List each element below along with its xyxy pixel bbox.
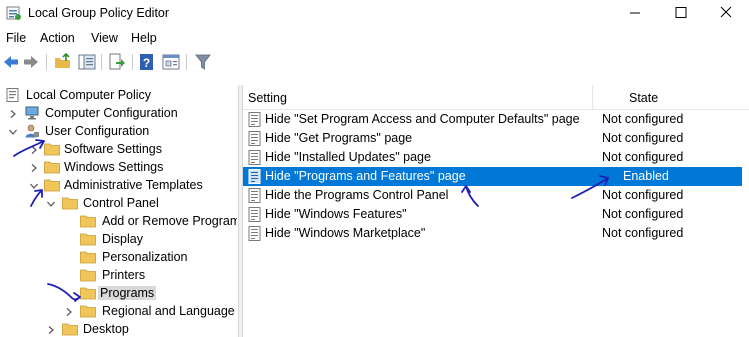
policy-setting-icon — [248, 131, 261, 146]
group-policy-app-icon — [6, 5, 22, 21]
policy-tree: Local Computer Policy Computer Configura… — [0, 85, 237, 337]
menu-bar: File Action View Help — [0, 29, 749, 49]
tree-item-label: Regional and Language Options — [102, 304, 237, 318]
tree-item-label: Computer Configuration — [45, 106, 178, 120]
tree-item-label: Local Computer Policy — [26, 88, 152, 102]
toolbar-separator — [46, 54, 47, 70]
show-hide-tree-icon[interactable] — [78, 53, 96, 71]
tree-item-label: Windows Settings — [64, 160, 164, 174]
toolbar-separator — [186, 54, 187, 70]
menu-file[interactable]: File — [6, 31, 26, 45]
chevron-down-icon[interactable] — [29, 180, 39, 190]
list-header: Setting State — [243, 85, 749, 110]
tree-item-label: Software Settings — [64, 142, 162, 156]
policy-setting-icon — [248, 150, 261, 165]
tree-item-label: Add or Remove Programs — [102, 214, 237, 228]
folder-icon — [80, 214, 96, 228]
policy-setting-icon — [248, 169, 261, 184]
tree-item-label: Personalization — [102, 250, 188, 264]
folder-icon — [62, 196, 78, 210]
folder-icon — [44, 178, 60, 192]
help-icon[interactable]: ? — [138, 53, 156, 71]
setting-name: Hide "Installed Updates" page — [265, 150, 431, 164]
folder-icon — [44, 160, 60, 174]
menu-action[interactable]: Action — [40, 31, 75, 45]
forward-arrow-icon[interactable] — [22, 53, 40, 71]
setting-state: Not configured — [602, 131, 684, 145]
setting-name: Hide the Programs Control Panel — [265, 188, 449, 202]
chevron-right-icon[interactable] — [8, 108, 18, 118]
tree-item-label: Display — [102, 232, 143, 246]
table-row[interactable]: Hide "Windows Features" Not configured — [243, 205, 742, 224]
folder-icon — [80, 232, 96, 246]
tree-item-label: Control Panel — [83, 196, 159, 210]
back-arrow-icon[interactable] — [2, 53, 20, 71]
chevron-right-icon[interactable] — [29, 162, 39, 172]
minimize-button[interactable] — [612, 0, 658, 26]
policy-document-icon — [5, 88, 21, 102]
table-row[interactable]: Hide "Get Programs" page Not configured — [243, 129, 742, 148]
setting-state: Not configured — [602, 150, 684, 164]
properties-icon[interactable] — [162, 53, 180, 71]
column-separator[interactable] — [592, 85, 593, 109]
chevron-right-icon[interactable] — [29, 144, 39, 154]
setting-name: Hide "Programs and Features" page — [265, 169, 466, 183]
setting-name: Hide "Set Program Access and Computer De… — [265, 112, 580, 126]
table-row-selected[interactable]: Hide "Programs and Features" page Enable… — [243, 167, 742, 186]
tree-item-label: Desktop — [83, 322, 129, 336]
filter-icon[interactable] — [194, 53, 212, 71]
policy-setting-icon — [248, 207, 261, 222]
tree-item-label: Programs — [98, 286, 157, 300]
title-bar: Local Group Policy Editor — [0, 0, 749, 28]
chevron-down-icon[interactable] — [46, 198, 56, 208]
toolbar-separator — [101, 54, 102, 70]
table-row[interactable]: Hide the Programs Control Panel Not conf… — [243, 186, 742, 205]
tree-item-label: Printers — [102, 268, 146, 282]
chevron-right-icon[interactable] — [64, 306, 74, 316]
column-header-state[interactable]: State — [629, 91, 658, 105]
tree-item-label: User Configuration — [45, 124, 150, 138]
toolbar-separator — [132, 54, 133, 70]
up-folder-icon[interactable] — [54, 52, 72, 71]
policy-setting-icon — [248, 188, 261, 203]
window-title: Local Group Policy Editor — [28, 6, 170, 20]
export-list-icon[interactable] — [108, 53, 126, 71]
column-header-setting[interactable]: Setting — [248, 91, 287, 105]
folder-icon — [80, 250, 96, 264]
setting-state: Enabled — [623, 169, 669, 183]
settings-list: Setting State Hide "Set Program Access a… — [243, 85, 749, 337]
folder-icon — [62, 322, 78, 336]
tree-item-label: Administrative Templates — [64, 178, 203, 192]
table-row[interactable]: Hide "Set Program Access and Computer De… — [243, 110, 742, 129]
policy-setting-icon — [248, 226, 261, 241]
setting-name: Hide "Windows Features" — [265, 207, 407, 221]
setting-state: Not configured — [602, 226, 684, 240]
user-icon — [24, 124, 40, 138]
svg-text:?: ? — [143, 56, 150, 70]
maximize-button[interactable] — [658, 0, 704, 26]
setting-name: Hide "Windows Marketplace" — [265, 226, 426, 240]
menu-view[interactable]: View — [91, 31, 118, 45]
folder-icon — [44, 142, 60, 156]
table-row[interactable]: Hide "Windows Marketplace" Not configure… — [243, 224, 742, 243]
setting-state: Not configured — [602, 207, 684, 221]
folder-icon — [80, 304, 96, 318]
policy-setting-icon — [248, 112, 261, 127]
close-button[interactable] — [703, 0, 749, 26]
setting-name: Hide "Get Programs" page — [265, 131, 413, 145]
toolbar: ? — [0, 50, 749, 75]
setting-state: Not configured — [602, 112, 684, 126]
folder-icon — [80, 268, 96, 282]
table-row[interactable]: Hide "Installed Updates" page Not config… — [243, 148, 742, 167]
chevron-down-icon[interactable] — [8, 126, 18, 136]
computer-icon — [24, 106, 40, 120]
setting-state: Not configured — [602, 188, 684, 202]
menu-help[interactable]: Help — [131, 31, 157, 45]
folder-icon — [80, 286, 96, 300]
chevron-right-icon[interactable] — [46, 324, 56, 334]
